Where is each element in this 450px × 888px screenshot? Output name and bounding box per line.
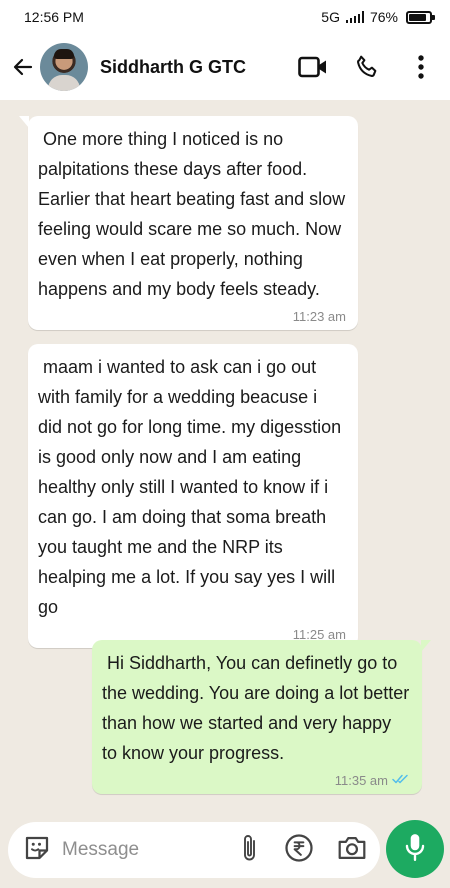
chat-area[interactable]: One more thing I noticed is no palpitati…: [0, 100, 450, 812]
camera-icon[interactable]: [336, 833, 368, 868]
message-composer[interactable]: Message: [8, 822, 380, 878]
sticker-icon[interactable]: [22, 833, 52, 868]
message-time: 11:35 am: [334, 772, 388, 788]
read-ticks-icon: [392, 773, 410, 788]
message-bubble-incoming[interactable]: maam i wanted to ask can i go out with f…: [28, 344, 358, 648]
status-bar: 12:56 PM 5G 76%: [0, 0, 450, 34]
contact-name[interactable]: Siddharth G GTC: [100, 57, 298, 78]
header-actions: [298, 52, 436, 82]
message-text: One more thing I noticed is no palpitati…: [38, 129, 351, 299]
message-text: Hi Siddharth, You can definetly go to th…: [102, 653, 415, 763]
battery-fill: [409, 13, 426, 21]
mic-icon: [402, 832, 428, 867]
signal-icon: [345, 11, 364, 23]
chat-header: Siddharth G GTC: [0, 34, 450, 100]
network-label: 5G: [321, 9, 340, 25]
message-bubble-outgoing[interactable]: Hi Siddharth, You can definetly go to th…: [92, 640, 431, 794]
video-call-icon[interactable]: [298, 52, 328, 82]
phone-icon[interactable]: [352, 52, 382, 82]
status-time: 12:56 PM: [24, 9, 84, 25]
back-arrow-icon[interactable]: [8, 52, 38, 82]
avatar[interactable]: [40, 43, 88, 91]
mic-button[interactable]: [386, 820, 444, 878]
message-text: maam i wanted to ask can i go out with f…: [38, 357, 347, 617]
message-input[interactable]: Message: [62, 839, 238, 861]
status-indicators: 5G 76%: [321, 9, 435, 25]
more-options-icon[interactable]: [406, 52, 436, 82]
message-time: 11:23 am: [292, 309, 346, 324]
battery-icon: [406, 10, 435, 24]
composer-actions: [238, 833, 368, 868]
message-bubble-incoming[interactable]: One more thing I noticed is no palpitati…: [19, 116, 358, 330]
attach-icon[interactable]: [238, 833, 262, 868]
rupee-payment-icon[interactable]: [284, 833, 314, 868]
battery-percent: 76%: [369, 9, 398, 25]
